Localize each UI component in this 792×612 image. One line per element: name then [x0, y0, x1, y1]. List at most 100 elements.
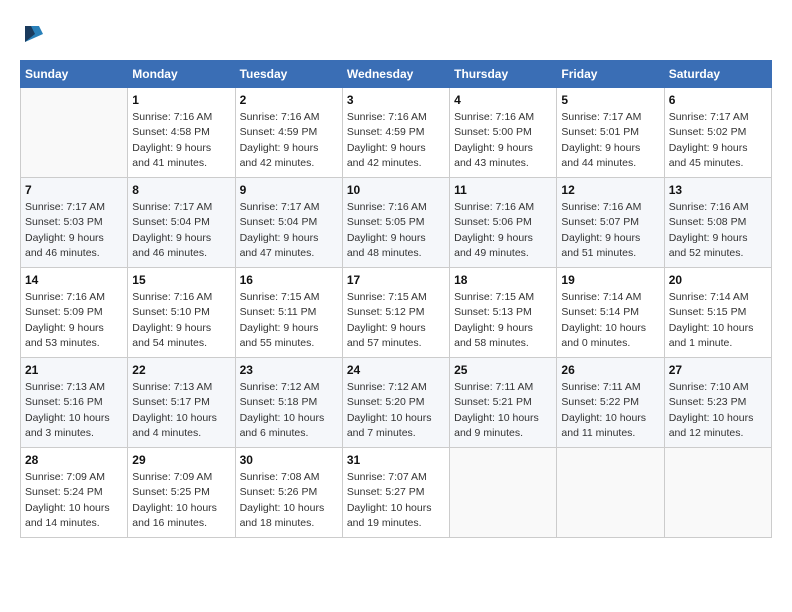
day-info: Sunrise: 7:17 AMSunset: 5:04 PMDaylight:… — [240, 200, 338, 261]
calendar-cell: 11 Sunrise: 7:16 AMSunset: 5:06 PMDayligh… — [450, 178, 557, 268]
day-info: Sunrise: 7:14 AMSunset: 5:14 PMDaylight:… — [561, 290, 659, 351]
day-info: Sunrise: 7:15 AMSunset: 5:13 PMDaylight:… — [454, 290, 552, 351]
calendar-cell — [557, 448, 664, 538]
calendar-cell: 18 Sunrise: 7:15 AMSunset: 5:13 PMDayligh… — [450, 268, 557, 358]
calendar-cell: 7 Sunrise: 7:17 AMSunset: 5:03 PMDaylight… — [21, 178, 128, 268]
day-number: 8 — [132, 183, 230, 197]
day-number: 2 — [240, 93, 338, 107]
calendar-cell: 8 Sunrise: 7:17 AMSunset: 5:04 PMDaylight… — [128, 178, 235, 268]
day-number: 22 — [132, 363, 230, 377]
calendar-cell: 4 Sunrise: 7:16 AMSunset: 5:00 PMDaylight… — [450, 88, 557, 178]
day-info: Sunrise: 7:16 AMSunset: 5:07 PMDaylight:… — [561, 200, 659, 261]
logo-text — [20, 20, 44, 44]
calendar-week-row: 7 Sunrise: 7:17 AMSunset: 5:03 PMDaylight… — [21, 178, 772, 268]
day-number: 26 — [561, 363, 659, 377]
calendar-header: SundayMondayTuesdayWednesdayThursdayFrid… — [21, 61, 772, 88]
calendar-cell: 15 Sunrise: 7:16 AMSunset: 5:10 PMDayligh… — [128, 268, 235, 358]
weekday-header: Thursday — [450, 61, 557, 88]
day-number: 7 — [25, 183, 123, 197]
calendar-cell: 5 Sunrise: 7:17 AMSunset: 5:01 PMDaylight… — [557, 88, 664, 178]
weekday-header: Friday — [557, 61, 664, 88]
calendar-cell: 22 Sunrise: 7:13 AMSunset: 5:17 PMDayligh… — [128, 358, 235, 448]
day-info: Sunrise: 7:09 AMSunset: 5:25 PMDaylight:… — [132, 470, 230, 531]
day-info: Sunrise: 7:17 AMSunset: 5:04 PMDaylight:… — [132, 200, 230, 261]
day-number: 15 — [132, 273, 230, 287]
day-number: 19 — [561, 273, 659, 287]
day-info: Sunrise: 7:17 AMSunset: 5:01 PMDaylight:… — [561, 110, 659, 171]
day-number: 16 — [240, 273, 338, 287]
day-number: 30 — [240, 453, 338, 467]
day-number: 24 — [347, 363, 445, 377]
calendar-cell: 14 Sunrise: 7:16 AMSunset: 5:09 PMDayligh… — [21, 268, 128, 358]
day-number: 11 — [454, 183, 552, 197]
day-info: Sunrise: 7:11 AMSunset: 5:22 PMDaylight:… — [561, 380, 659, 441]
calendar-cell: 9 Sunrise: 7:17 AMSunset: 5:04 PMDaylight… — [235, 178, 342, 268]
day-number: 21 — [25, 363, 123, 377]
day-info: Sunrise: 7:16 AMSunset: 5:06 PMDaylight:… — [454, 200, 552, 261]
calendar-cell: 26 Sunrise: 7:11 AMSunset: 5:22 PMDayligh… — [557, 358, 664, 448]
day-number: 4 — [454, 93, 552, 107]
day-info: Sunrise: 7:10 AMSunset: 5:23 PMDaylight:… — [669, 380, 767, 441]
logo-icon — [21, 24, 43, 42]
day-number: 3 — [347, 93, 445, 107]
calendar-table: SundayMondayTuesdayWednesdayThursdayFrid… — [20, 60, 772, 538]
calendar-cell: 6 Sunrise: 7:17 AMSunset: 5:02 PMDaylight… — [664, 88, 771, 178]
calendar-cell: 23Sunrise: 7:12 AMSunset: 5:18 PMDayligh… — [235, 358, 342, 448]
calendar-cell: 20 Sunrise: 7:14 AMSunset: 5:15 PMDayligh… — [664, 268, 771, 358]
day-info: Sunrise: 7:14 AMSunset: 5:15 PMDaylight:… — [669, 290, 767, 351]
day-number: 27 — [669, 363, 767, 377]
day-number: 29 — [132, 453, 230, 467]
day-info: Sunrise: 7:13 AMSunset: 5:17 PMDaylight:… — [132, 380, 230, 441]
day-number: 23 — [240, 363, 338, 377]
day-info: Sunrise: 7:17 AMSunset: 5:03 PMDaylight:… — [25, 200, 123, 261]
calendar-cell: 1 Sunrise: 7:16 AMSunset: 4:58 PMDaylight… — [128, 88, 235, 178]
day-number: 12 — [561, 183, 659, 197]
day-number: 1 — [132, 93, 230, 107]
day-number: 5 — [561, 93, 659, 107]
calendar-cell: 28Sunrise: 7:09 AMSunset: 5:24 PMDayligh… — [21, 448, 128, 538]
day-info: Sunrise: 7:15 AMSunset: 5:12 PMDaylight:… — [347, 290, 445, 351]
day-info: Sunrise: 7:16 AMSunset: 5:08 PMDaylight:… — [669, 200, 767, 261]
calendar-cell: 27 Sunrise: 7:10 AMSunset: 5:23 PMDayligh… — [664, 358, 771, 448]
calendar-cell — [450, 448, 557, 538]
calendar-cell: 29 Sunrise: 7:09 AMSunset: 5:25 PMDayligh… — [128, 448, 235, 538]
day-info: Sunrise: 7:16 AMSunset: 5:00 PMDaylight:… — [454, 110, 552, 171]
weekday-header: Sunday — [21, 61, 128, 88]
calendar-cell: 12 Sunrise: 7:16 AMSunset: 5:07 PMDayligh… — [557, 178, 664, 268]
day-number: 28 — [25, 453, 123, 467]
page-header — [20, 20, 772, 44]
day-number: 9 — [240, 183, 338, 197]
day-info: Sunrise: 7:13 AMSunset: 5:16 PMDaylight:… — [25, 380, 123, 441]
weekday-header: Tuesday — [235, 61, 342, 88]
day-number: 6 — [669, 93, 767, 107]
day-info: Sunrise: 7:11 AMSunset: 5:21 PMDaylight:… — [454, 380, 552, 441]
calendar-week-row: 21 Sunrise: 7:13 AMSunset: 5:16 PMDayligh… — [21, 358, 772, 448]
calendar-cell: 3Sunrise: 7:16 AMSunset: 4:59 PMDaylight… — [342, 88, 449, 178]
calendar-cell: 13 Sunrise: 7:16 AMSunset: 5:08 PMDayligh… — [664, 178, 771, 268]
calendar-cell — [664, 448, 771, 538]
day-number: 13 — [669, 183, 767, 197]
calendar-week-row: 28Sunrise: 7:09 AMSunset: 5:24 PMDayligh… — [21, 448, 772, 538]
calendar-cell: 19 Sunrise: 7:14 AMSunset: 5:14 PMDayligh… — [557, 268, 664, 358]
day-info: Sunrise: 7:16 AMSunset: 5:09 PMDaylight:… — [25, 290, 123, 351]
day-number: 18 — [454, 273, 552, 287]
calendar-cell: 31 Sunrise: 7:07 AMSunset: 5:27 PMDayligh… — [342, 448, 449, 538]
calendar-cell: 10 Sunrise: 7:16 AMSunset: 5:05 PMDayligh… — [342, 178, 449, 268]
day-number: 31 — [347, 453, 445, 467]
day-number: 17 — [347, 273, 445, 287]
day-info: Sunrise: 7:08 AMSunset: 5:26 PMDaylight:… — [240, 470, 338, 531]
day-number: 10 — [347, 183, 445, 197]
calendar-cell: 21 Sunrise: 7:13 AMSunset: 5:16 PMDayligh… — [21, 358, 128, 448]
weekday-header: Wednesday — [342, 61, 449, 88]
calendar-cell: 2Sunrise: 7:16 AMSunset: 4:59 PMDaylight… — [235, 88, 342, 178]
calendar-cell: 16Sunrise: 7:15 AMSunset: 5:11 PMDayligh… — [235, 268, 342, 358]
day-number: 14 — [25, 273, 123, 287]
day-info: Sunrise: 7:07 AMSunset: 5:27 PMDaylight:… — [347, 470, 445, 531]
day-number: 20 — [669, 273, 767, 287]
day-info: Sunrise: 7:16 AMSunset: 5:05 PMDaylight:… — [347, 200, 445, 261]
day-info: Sunrise: 7:12 AMSunset: 5:20 PMDaylight:… — [347, 380, 445, 441]
day-number: 25 — [454, 363, 552, 377]
day-info: Sunrise: 7:17 AMSunset: 5:02 PMDaylight:… — [669, 110, 767, 171]
day-info: Sunrise: 7:16 AMSunset: 5:10 PMDaylight:… — [132, 290, 230, 351]
day-info: Sunrise: 7:16 AMSunset: 4:58 PMDaylight:… — [132, 110, 230, 171]
